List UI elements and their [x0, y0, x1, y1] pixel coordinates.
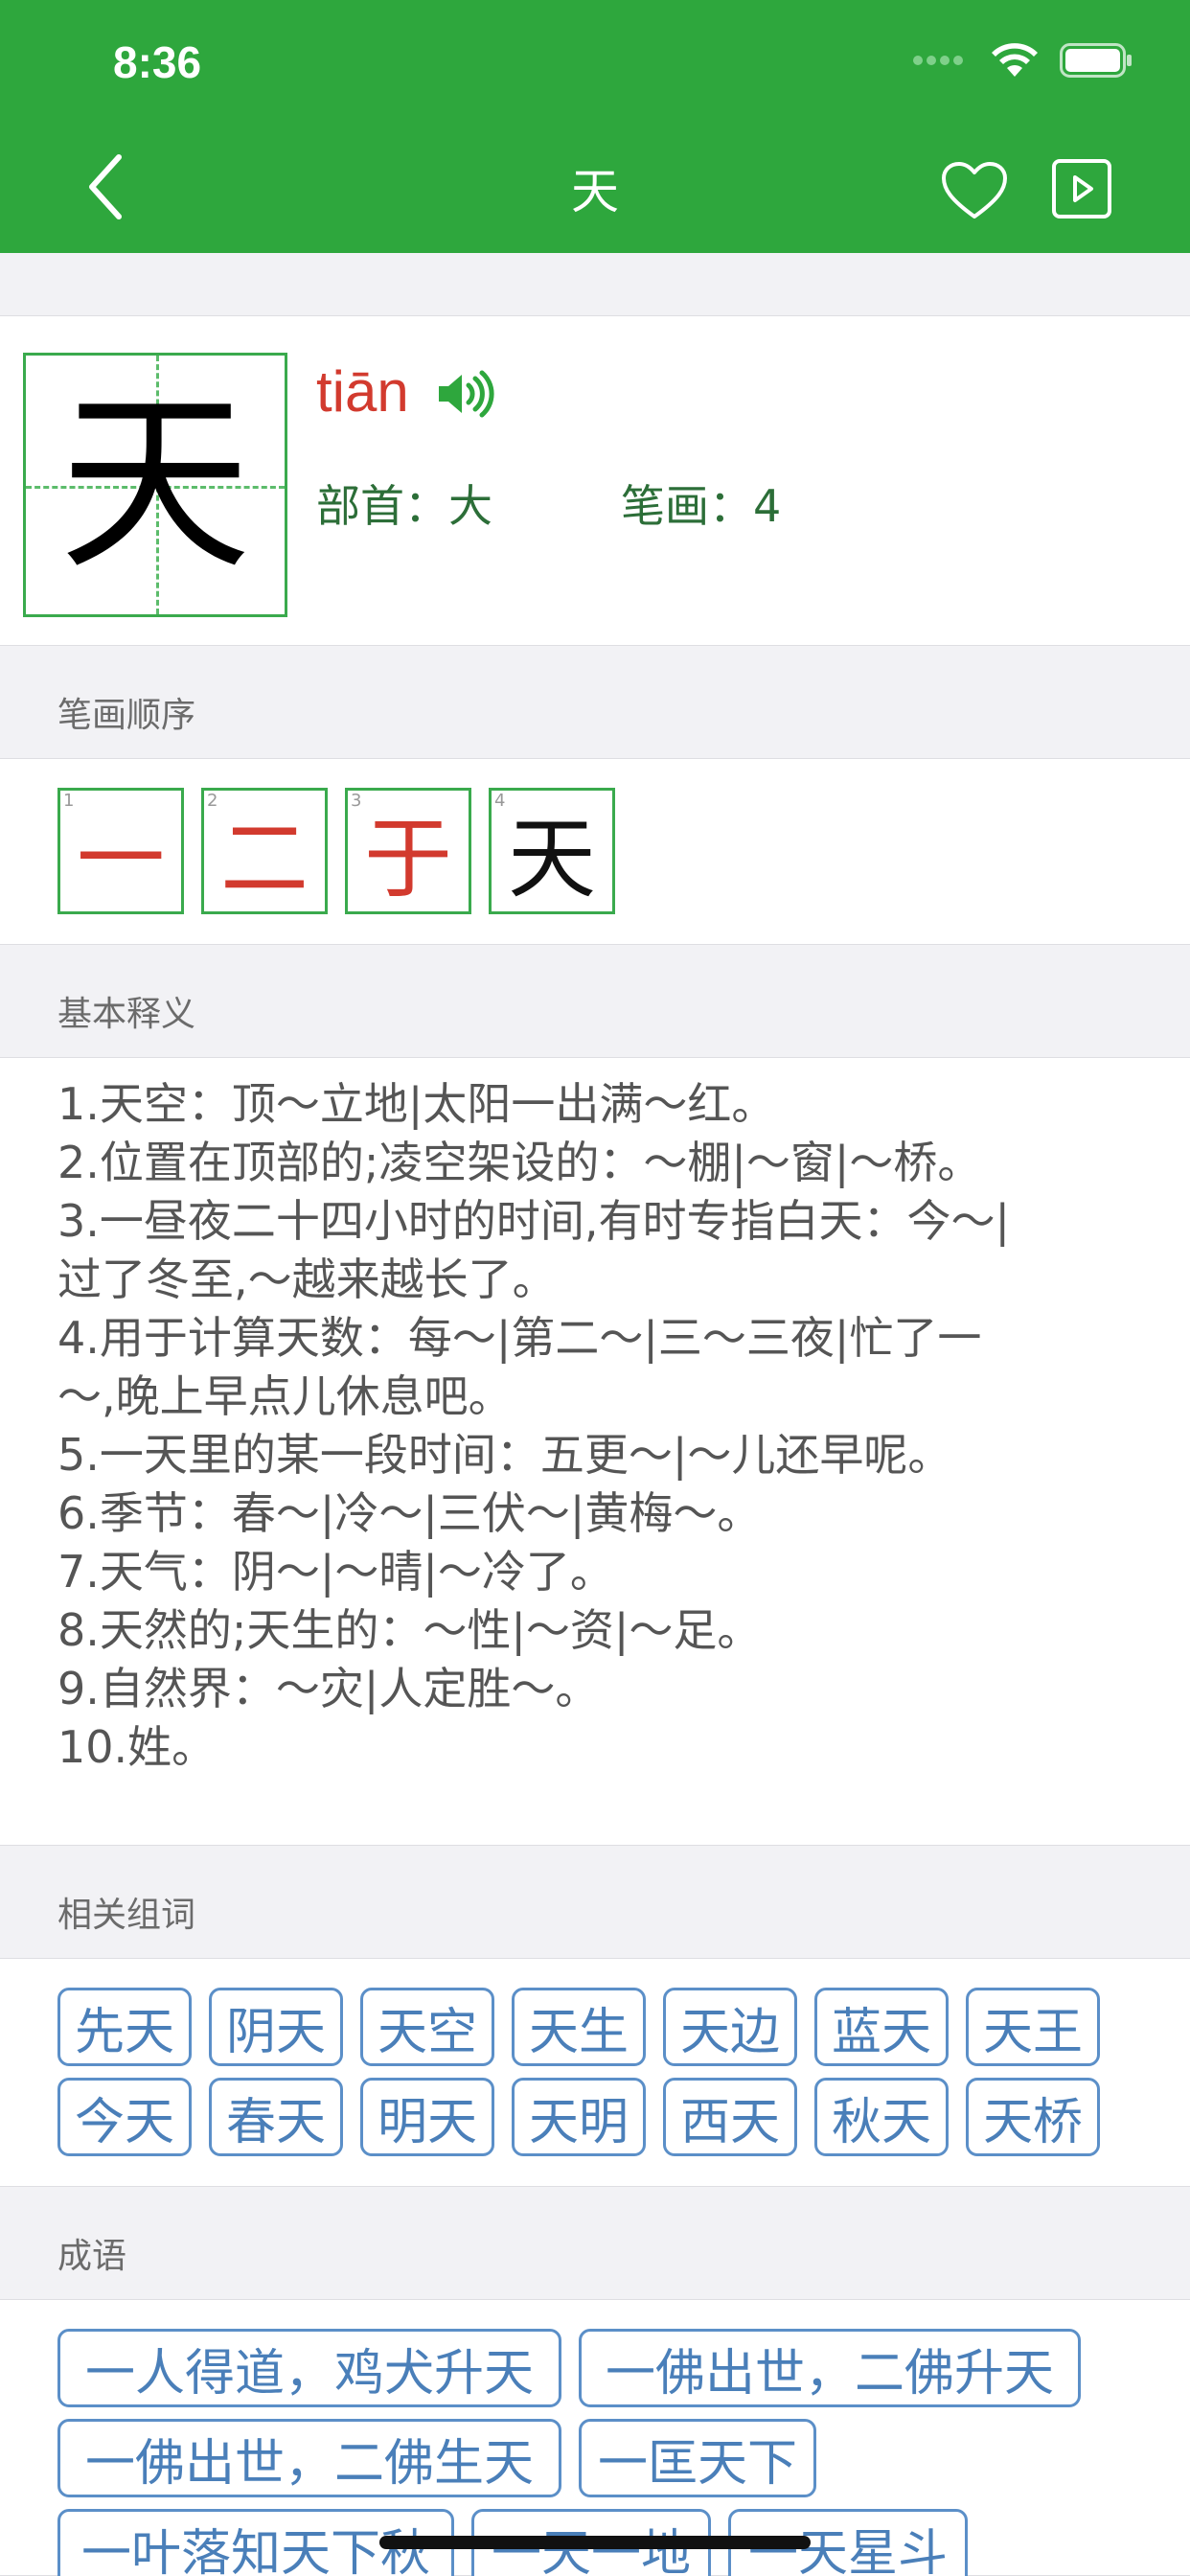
- page-title: 天: [571, 164, 619, 219]
- radical-info: 部首：大: [316, 480, 492, 532]
- word-tag[interactable]: 先天: [57, 1988, 192, 2066]
- related-words-panel: 先天 阴天 天空 天生 天边 蓝天 天王 今天 春天 明天 天明 西天 秋天 天…: [0, 1959, 1190, 2187]
- word-tag[interactable]: 春天: [209, 2078, 343, 2156]
- definition-line: 过了冬至,～越来越长了。: [57, 1254, 557, 1305]
- wifi-icon: [992, 43, 1038, 77]
- definitions-header: 基本释义: [0, 945, 1190, 1058]
- signal-icon: [913, 56, 963, 65]
- related-words-header: 相关组词: [0, 1846, 1190, 1959]
- pinyin: tiān: [316, 359, 409, 424]
- play-icon: [1052, 159, 1111, 218]
- definition-line: 8.天然的;天生的：～性|～资|～足。: [57, 1604, 762, 1656]
- home-indicator[interactable]: [379, 2536, 811, 2549]
- pronounce-button[interactable]: [435, 370, 496, 422]
- definition-line: 1.天空：顶～立地|太阳一出满～红。: [57, 1078, 776, 1130]
- word-tag[interactable]: 今天: [57, 2078, 192, 2156]
- section-title: 笔画顺序: [57, 696, 196, 735]
- stroke-glyph: 一: [76, 807, 165, 910]
- status-icons: [912, 42, 1133, 79]
- stroke-glyph: 于: [363, 807, 452, 910]
- stroke-step[interactable]: 4 天: [489, 788, 615, 914]
- stroke-order-header: 笔画顺序: [0, 646, 1190, 759]
- section-title: 成语: [57, 2237, 127, 2276]
- play-button[interactable]: [1052, 159, 1111, 222]
- speaker-icon: [439, 370, 494, 418]
- definition-line: 4.用于计算天数：每～|第二～|三～三夜|忙了一: [57, 1312, 982, 1364]
- definitions-list: 1.天空：顶～立地|太阳一出满～红。 2.位置在顶部的;凌空架设的：～棚|～窗|…: [57, 1075, 1150, 1777]
- word-tag[interactable]: 阴天: [209, 1988, 343, 2066]
- word-tag[interactable]: 天边: [663, 1988, 797, 2066]
- status-time: 8:36: [113, 37, 202, 87]
- battery-icon: [1060, 43, 1132, 78]
- idiom-tag[interactable]: 一佛出世，二佛升天: [579, 2329, 1081, 2407]
- stroke-order-panel: 1 一 2 二 3 于 4 天: [0, 759, 1190, 945]
- definition-line: 6.季节：春～|冷～|三伏～|黄梅～。: [57, 1487, 762, 1539]
- spacer: [0, 253, 1190, 316]
- word-tag[interactable]: 天明: [512, 2078, 646, 2156]
- word-tag[interactable]: 天桥: [966, 2078, 1100, 2156]
- word-tag[interactable]: 天王: [966, 1988, 1100, 2066]
- character-grid: 天: [23, 353, 287, 617]
- idiom-tag[interactable]: 一佛出世，二佛生天: [57, 2419, 561, 2497]
- definition-line: 2.位置在顶部的;凌空架设的：～棚|～窗|～桥。: [57, 1137, 982, 1188]
- stroke-step[interactable]: 2 二: [201, 788, 328, 914]
- section-title: 相关组词: [57, 1896, 196, 1935]
- word-tag[interactable]: 天生: [512, 1988, 646, 2066]
- character-glyph: 天: [58, 373, 251, 596]
- nav-bar: 8:36 天: [0, 0, 1190, 253]
- stroke-step[interactable]: 1 一: [57, 788, 184, 914]
- definition-line: 10.姓。: [57, 1721, 217, 1773]
- word-tag[interactable]: 秋天: [814, 2078, 949, 2156]
- heart-icon: [942, 162, 1007, 218]
- word-tag[interactable]: 西天: [663, 2078, 797, 2156]
- idioms-header: 成语: [0, 2187, 1190, 2300]
- definition-line: 3.一昼夜二十四小时的时间,有时专指白天：今～|: [57, 1195, 1011, 1247]
- stroke-step[interactable]: 3 于: [345, 788, 471, 914]
- stroke-glyph: 二: [219, 807, 309, 910]
- idiom-tag[interactable]: 一匡天下: [579, 2419, 816, 2497]
- definition-line: 5.一天里的某一段时间：五更～|～儿还早呢。: [57, 1429, 952, 1481]
- word-tag[interactable]: 天空: [360, 1988, 494, 2066]
- word-tag[interactable]: 明天: [360, 2078, 494, 2156]
- idioms-panel: 一人得道，鸡犬升天 一佛出世，二佛升天 一佛出世，二佛生天 一匡天下 一叶落知天…: [0, 2300, 1190, 2576]
- stroke-glyph: 天: [507, 807, 596, 910]
- word-tag[interactable]: 蓝天: [814, 1988, 949, 2066]
- definition-line: 9.自然界：～灾|人定胜～。: [57, 1663, 600, 1714]
- favorite-button[interactable]: [941, 161, 1008, 224]
- idiom-tag[interactable]: 一人得道，鸡犬升天: [57, 2329, 561, 2407]
- definition-line: 7.天气：阴～|～晴|～冷了。: [57, 1546, 614, 1598]
- stroke-count: 笔画：4: [621, 480, 782, 532]
- section-title: 基本释义: [57, 995, 196, 1034]
- definition-line: ～,晚上早点儿休息吧。: [57, 1370, 513, 1422]
